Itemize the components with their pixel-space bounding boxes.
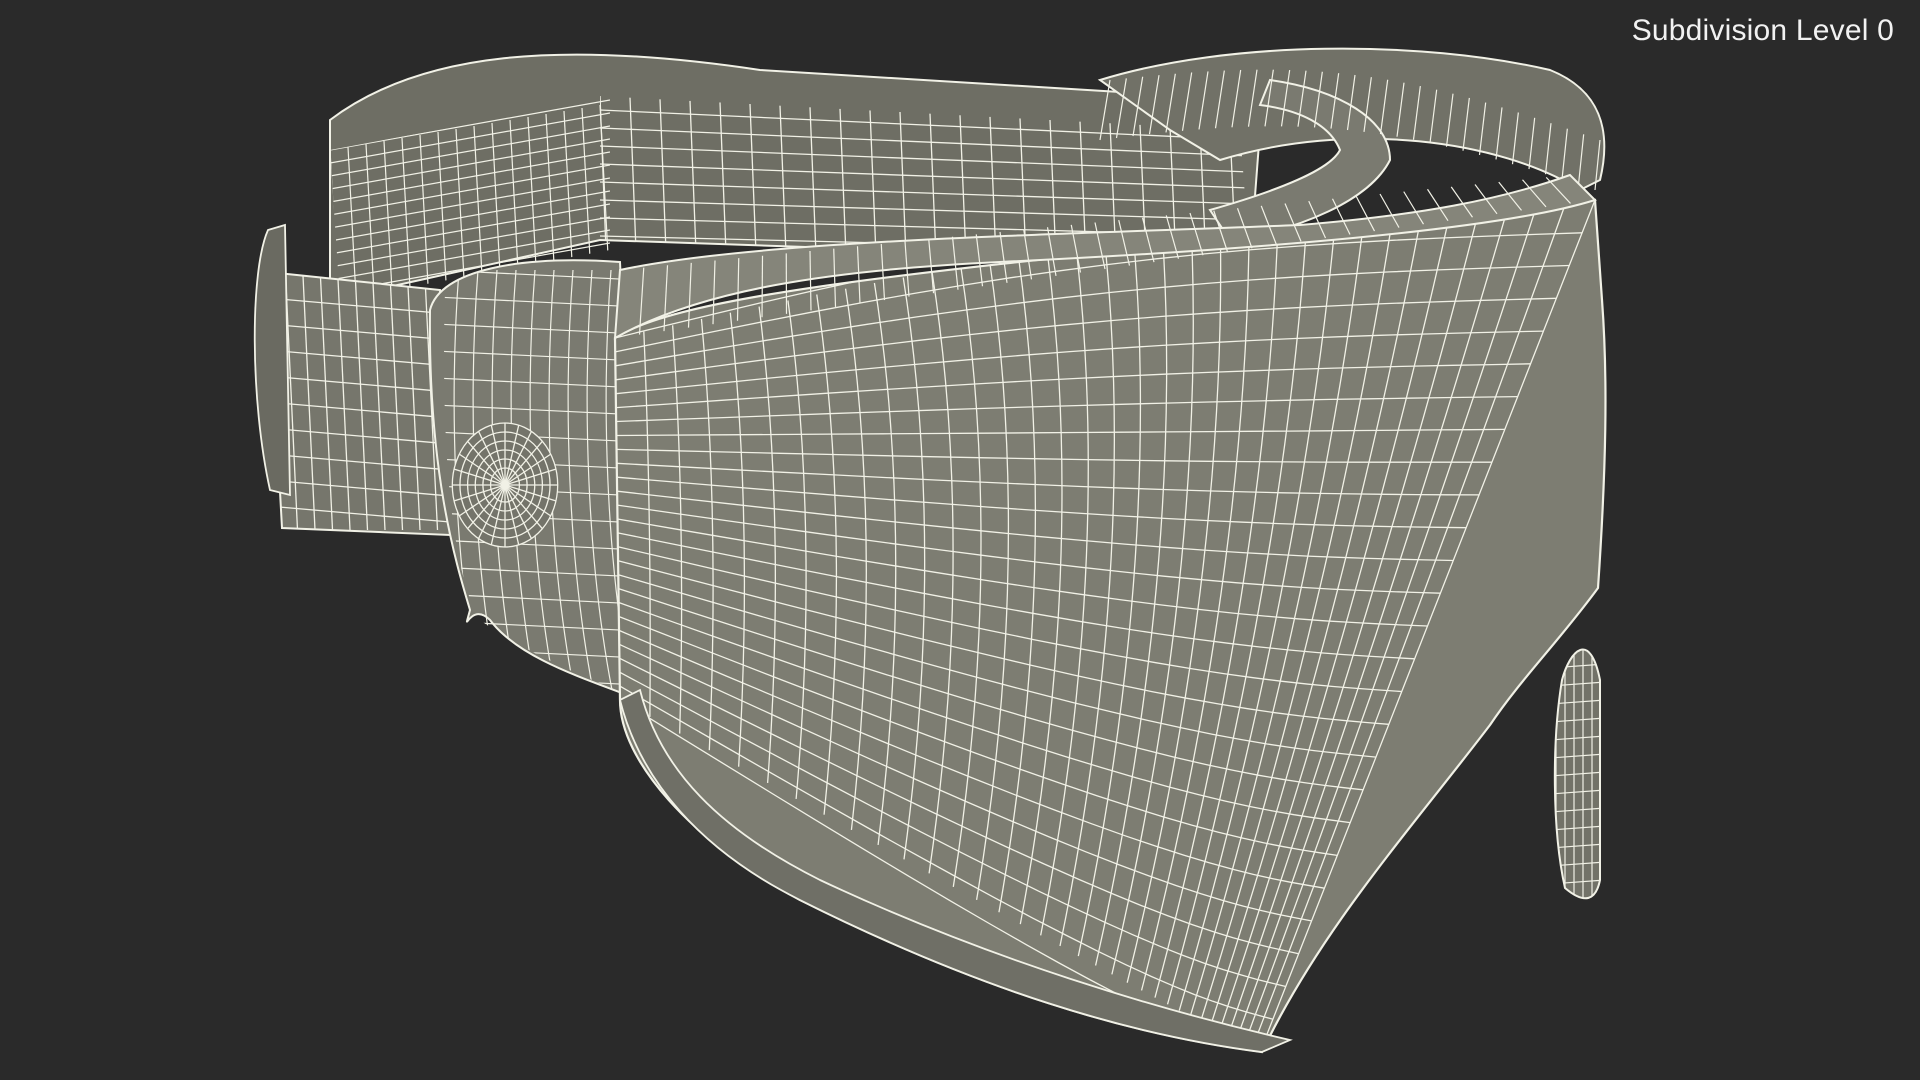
wireframe-render [253, 47, 1607, 1054]
left-knob [253, 223, 291, 497]
subdivision-level-label: Subdivision Level 0 [1631, 14, 1894, 47]
dial [451, 422, 559, 548]
viewport: Subdivision Level 0 [0, 0, 1920, 1080]
